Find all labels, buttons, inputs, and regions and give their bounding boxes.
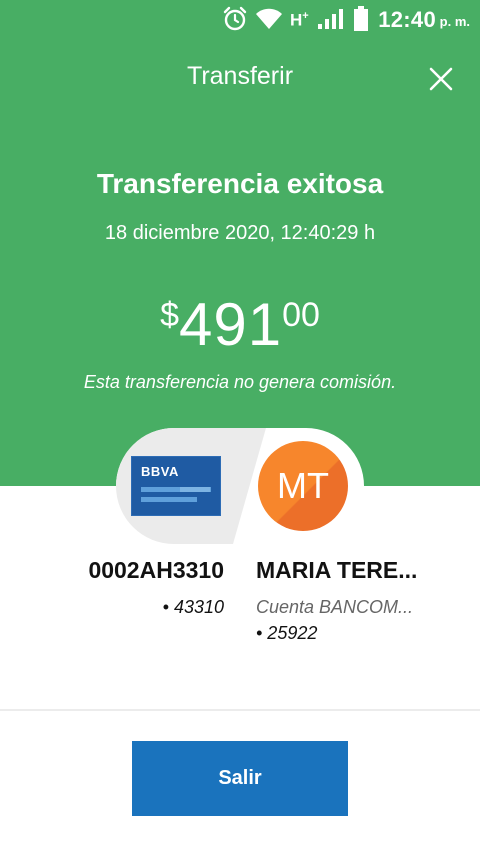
alarm-icon <box>223 6 247 31</box>
bank-card-icon: BBVA <box>131 456 221 516</box>
amount-decimal: 00 <box>282 296 320 334</box>
success-title: Transferencia exitosa <box>96 168 384 199</box>
avatar-initials: MT <box>277 465 329 506</box>
amount-integer: 491 <box>178 291 283 358</box>
amount-currency: $ <box>160 296 179 334</box>
close-button[interactable] <box>424 62 458 96</box>
bank-logo: BBVA <box>141 464 179 479</box>
fee-note: Esta transferencia no genera comisión. <box>83 372 397 392</box>
status-time: 12:40 <box>378 7 436 32</box>
page-title: Transferir <box>186 62 294 90</box>
status-ampm: p. m. <box>439 14 470 29</box>
transfer-datetime: 18 diciembre 2020, 12:40:29 h <box>104 222 376 244</box>
transfer-parties-badge: BBVA MT <box>116 428 364 544</box>
destination-bank: Cuenta BANCOM... <box>256 597 414 617</box>
wifi-icon <box>256 8 282 29</box>
destination-account-number: • 25922 <box>256 623 318 643</box>
card-stripe <box>141 497 197 502</box>
status-bar: H+ 12:40 p. m. <box>0 0 480 38</box>
avatar: MT <box>258 441 348 531</box>
exit-button[interactable]: Salir <box>132 741 348 816</box>
close-icon <box>429 67 453 91</box>
battery-icon <box>354 6 368 31</box>
destination-name: MARIA TERE... <box>256 557 418 583</box>
signal-icon <box>318 9 343 29</box>
card-stripe <box>180 487 210 492</box>
origin-account-number: • 43310 <box>162 597 224 617</box>
network-type: H+ <box>290 10 309 30</box>
origin-account-name: 0002AH3310 <box>88 557 224 583</box>
divider <box>0 709 480 711</box>
transfer-amount: $49100 <box>0 290 480 359</box>
